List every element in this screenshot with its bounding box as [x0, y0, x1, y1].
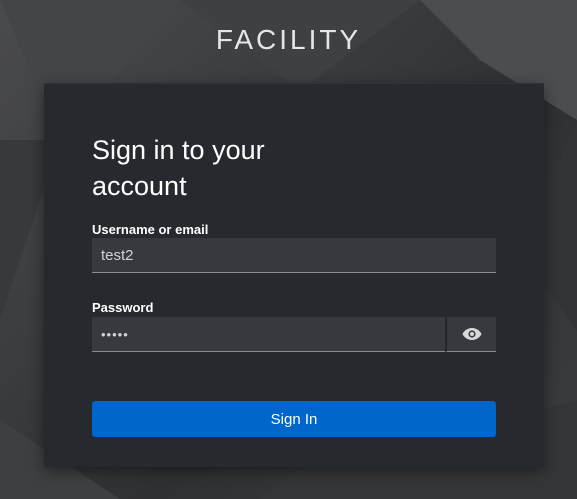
password-label: Password — [92, 300, 154, 315]
username-field[interactable]: test2 — [92, 238, 496, 273]
password-value: ••••• — [101, 326, 129, 342]
sign-in-button[interactable]: Sign In — [92, 401, 496, 437]
login-card: Sign in to your account Username or emai… — [44, 83, 544, 467]
username-value: test2 — [101, 246, 134, 264]
eye-icon — [462, 328, 481, 340]
page-title: Sign in to your account — [92, 132, 352, 204]
title-line-2: account — [92, 171, 187, 201]
title-line-1: Sign in to your — [92, 135, 265, 165]
show-password-button[interactable] — [446, 317, 496, 352]
username-label: Username or email — [92, 222, 209, 237]
password-field[interactable]: ••••• — [92, 317, 445, 352]
brand-title: FACILITY — [215, 24, 362, 55]
